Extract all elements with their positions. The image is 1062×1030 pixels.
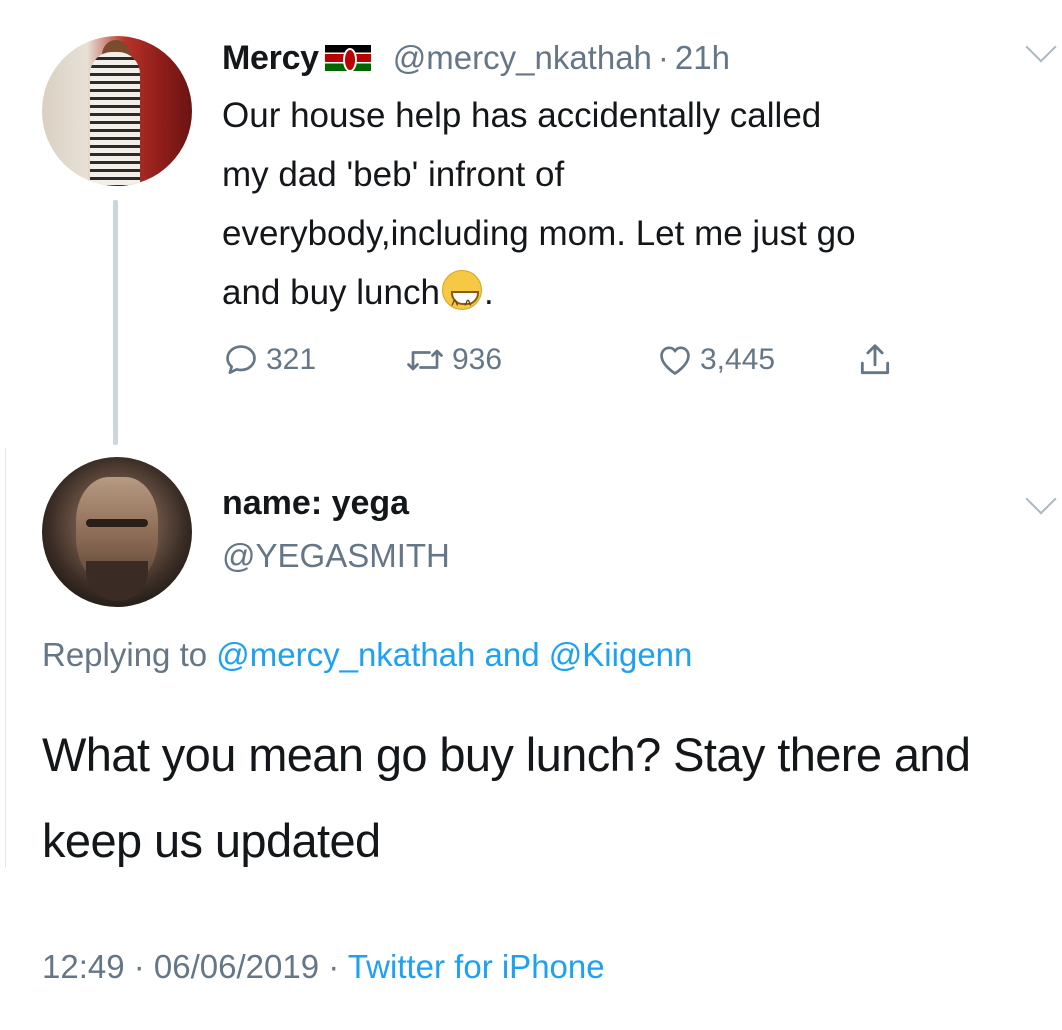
chevron-down-icon[interactable] [1025,31,1057,63]
reply-author-name[interactable]: name: yega [222,484,409,523]
tweet-text: Our house help has accidentally called m… [222,86,1052,334]
source-link[interactable]: Twitter for iPhone [348,948,605,985]
tweet-time[interactable]: 21h [675,39,730,77]
like-count: 3,445 [700,343,776,376]
share-icon [860,344,890,375]
reply-text: What you mean go buy lunch? Stay there a… [42,728,971,867]
tweet-text-line: everybody,including mom. Let me just go [222,214,856,253]
reply-icon [226,345,256,375]
reply-time[interactable]: 12:49 [42,948,125,985]
reply-button[interactable]: 321 [222,341,404,379]
replying-to-line: Replying to @mercy_nkathah and @Kiigenn [42,636,692,674]
author-name[interactable]: Mercy [222,39,319,78]
avatar-figure [90,52,140,186]
avatar-brow [86,519,148,527]
mention-link[interactable]: @mercy_nkathah [216,636,475,673]
replying-prefix: Replying to [42,636,217,673]
mention-link[interactable]: @Kiigenn [549,636,693,673]
tweet-header: Mercy @mercy_nkathah · 21h [222,38,730,78]
tweet-text-line-last: and buy lunch. [222,263,1052,334]
chevron-down-icon[interactable] [1025,483,1057,515]
grinning-face-emoji-icon [441,270,482,334]
tweet-text-end: . [483,273,494,312]
edge-divider [0,448,6,868]
reply-author-handle[interactable]: @YEGASMITH [222,537,450,575]
avatar-mercy[interactable] [42,36,192,186]
share-button[interactable] [856,341,894,379]
reply-date[interactable]: 06/06/2019 [154,948,319,985]
like-button[interactable]: 3,445 [656,341,856,379]
avatar-yega[interactable] [42,457,192,607]
heart-icon [660,346,690,375]
retweet-count: 936 [452,343,503,376]
meta-separator: · [319,948,348,985]
replying-and: and [475,636,549,673]
header-separator: · [657,39,669,76]
retweet-button[interactable]: 936 [404,341,656,379]
reply-meta: 12:49 · 06/06/2019 · Twitter for iPhone [42,948,605,986]
meta-separator: · [124,948,154,985]
tweet-actions: 321 936 3,445 [222,336,894,384]
tweet-text-line: my dad 'beb' infront of [222,155,565,194]
author-handle[interactable]: @mercy_nkathah [393,39,652,77]
avatar-beard [86,561,148,601]
tweet-thread-screenshot: Mercy @mercy_nkathah · 21h Our house hel… [0,0,1062,1030]
tweet-text-line: and buy lunch [222,273,440,312]
tweet-text-line: Our house help has accidentally called [222,96,822,135]
kenya-flag-icon [324,45,371,72]
thread-connector-line [113,200,118,445]
reply-count: 321 [266,343,317,376]
retweet-icon [407,349,443,371]
